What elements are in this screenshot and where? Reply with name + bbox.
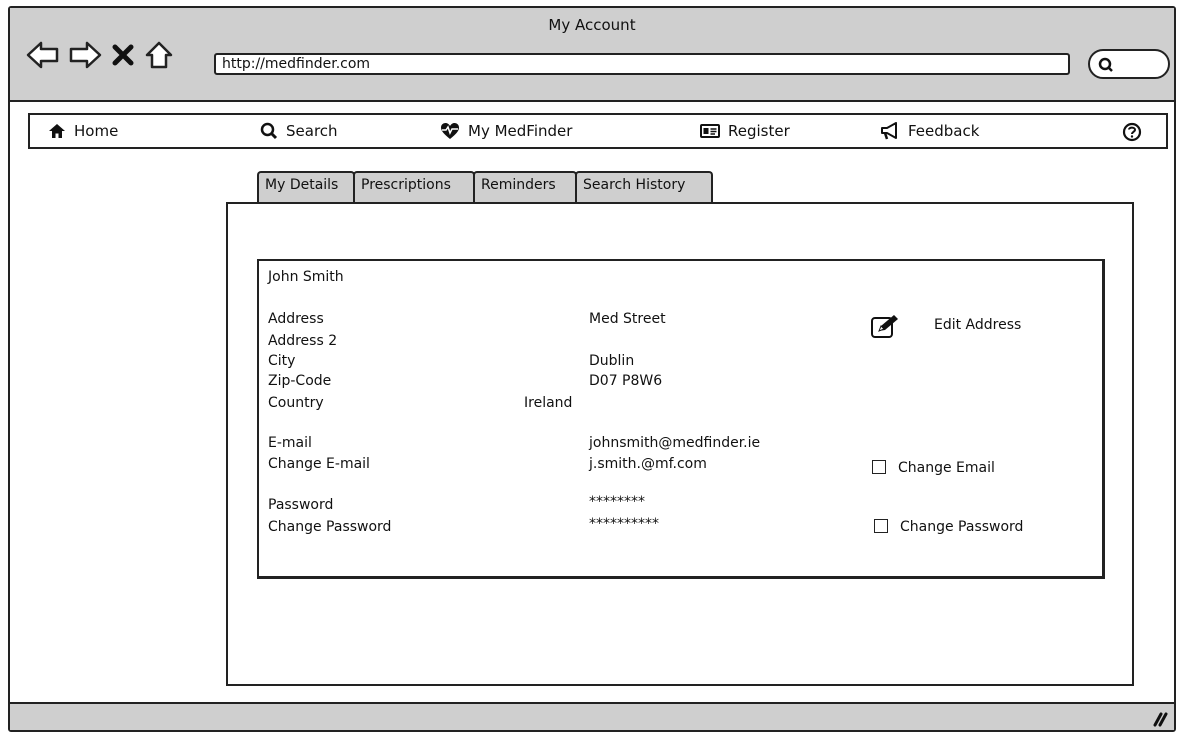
tab-reminders[interactable]: Reminders — [473, 171, 577, 202]
back-arrow-icon[interactable] — [26, 40, 60, 70]
details-card: John Smith Address Address 2 City Zip-Co… — [257, 259, 1105, 579]
home-icon — [49, 124, 65, 138]
tab-prescriptions[interactable]: Prescriptions — [353, 171, 475, 202]
title-bar: My Account http://medfinder.com — [10, 8, 1174, 102]
menu-home[interactable]: Home — [48, 122, 118, 140]
help-button[interactable] — [1122, 122, 1142, 142]
label-email: E-mail — [268, 435, 312, 451]
label-password: Password — [268, 497, 334, 513]
label-zip: Zip-Code — [268, 373, 332, 389]
menu-feedback[interactable]: Feedback — [880, 122, 979, 140]
tab-panel: John Smith Address Address 2 City Zip-Co… — [226, 202, 1134, 686]
menu-mymedfinder-label: My MedFinder — [468, 122, 573, 140]
value-address: Med Street — [589, 311, 666, 327]
user-name: John Smith — [268, 269, 344, 285]
menu-home-label: Home — [74, 122, 119, 140]
megaphone-icon — [881, 122, 897, 140]
change-password-label: Change Password — [900, 519, 1024, 535]
magnifier-icon — [1098, 57, 1113, 72]
label-address: Address — [268, 311, 324, 327]
home-icon[interactable] — [144, 40, 174, 70]
label-country: Country — [268, 395, 324, 411]
browser-search-field[interactable] — [1088, 49, 1170, 79]
value-city: Dublin — [589, 353, 635, 369]
label-address2: Address 2 — [268, 333, 338, 349]
label-change-email: Change E-mail — [268, 456, 370, 472]
stop-x-icon[interactable] — [110, 40, 136, 70]
url-input[interactable]: http://medfinder.com — [214, 53, 1070, 75]
edit-icon[interactable] — [870, 313, 900, 343]
browser-window: My Account http://medfinder.com Home Sea… — [8, 6, 1176, 732]
value-country: Ireland — [524, 395, 573, 411]
main-menu: Home Search My MedFinder Register Feedba… — [28, 113, 1168, 149]
tab-my-details[interactable]: My Details — [257, 171, 355, 202]
id-card-icon — [700, 124, 720, 138]
change-email-checkbox[interactable] — [872, 460, 886, 474]
menu-search-label: Search — [286, 122, 338, 140]
window-title: My Account — [548, 16, 636, 34]
value-password: ******** — [589, 494, 645, 510]
menu-mymedfinder[interactable]: My MedFinder — [440, 122, 572, 140]
status-bar — [10, 702, 1174, 730]
change-password-checkbox[interactable] — [874, 519, 888, 533]
change-email-label: Change Email — [898, 460, 995, 476]
menu-register[interactable]: Register — [700, 122, 790, 140]
menu-feedback-label: Feedback — [908, 122, 980, 140]
forward-arrow-icon[interactable] — [68, 40, 102, 70]
value-zip: D07 P8W6 — [589, 373, 663, 389]
menu-register-label: Register — [728, 122, 790, 140]
value-change-email[interactable]: j.smith.@mf.com — [589, 456, 707, 472]
label-change-password: Change Password — [268, 519, 392, 535]
value-change-password[interactable]: ********** — [589, 516, 659, 532]
value-email: johnsmith@medfinder.ie — [589, 435, 761, 451]
heartbeat-icon — [441, 123, 459, 139]
menu-search[interactable]: Search — [260, 122, 338, 140]
search-icon — [260, 122, 278, 140]
edit-address-link[interactable]: Edit Address — [934, 317, 1021, 333]
browser-nav — [26, 40, 174, 70]
label-city: City — [268, 353, 296, 369]
tab-search-history[interactable]: Search History — [575, 171, 713, 202]
help-icon — [1122, 122, 1142, 142]
resize-grip-icon[interactable] — [1152, 711, 1168, 727]
